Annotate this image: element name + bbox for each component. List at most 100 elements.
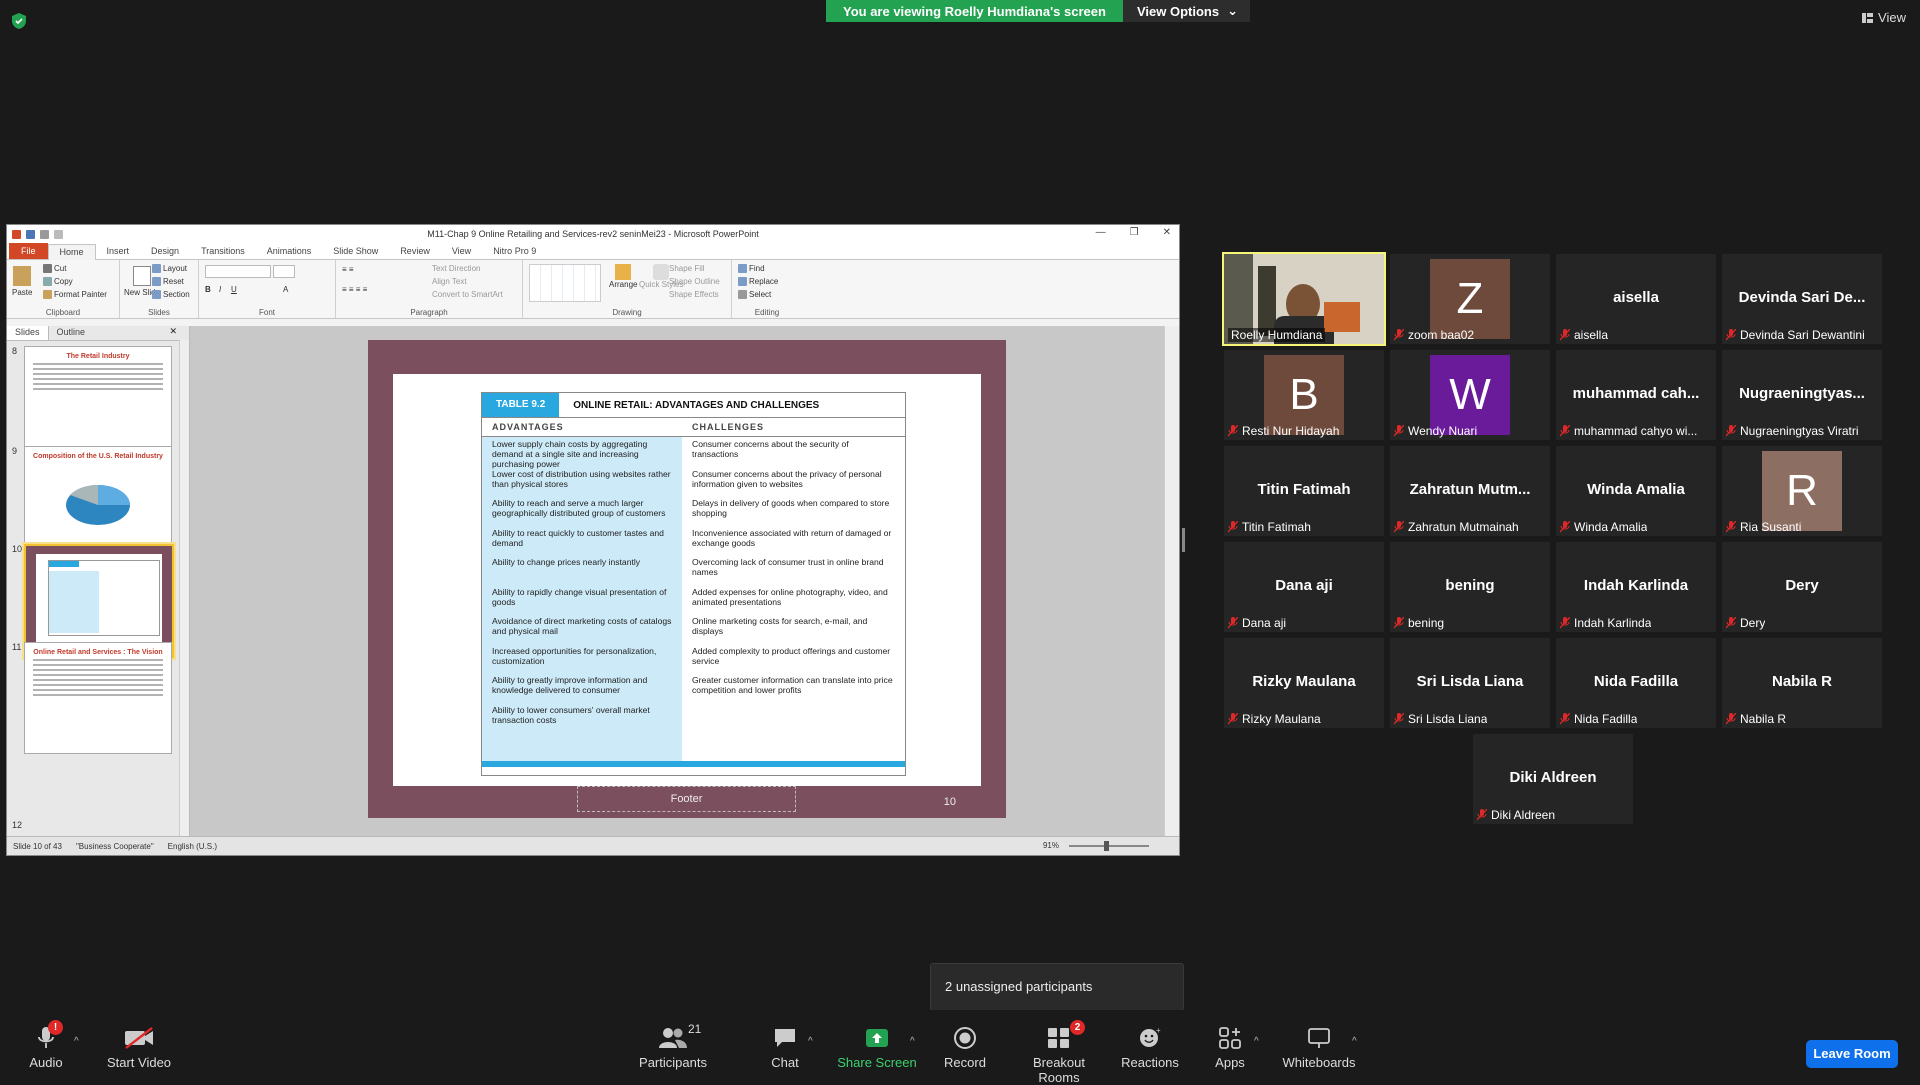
participant-tile[interactable]: aisella aisella [1556, 254, 1716, 344]
participant-tile[interactable]: Devinda Sari De... Devinda Sari Dewantini [1722, 254, 1882, 344]
clipboard-group: Paste Cut Copy Format Painter Clipboard [7, 260, 120, 318]
pane-tab-outline[interactable]: Outline [49, 326, 94, 340]
shape-effects-button[interactable]: Shape Effects [669, 290, 719, 299]
security-shield-icon[interactable] [10, 12, 28, 30]
paste-button[interactable]: Paste [12, 266, 32, 297]
view-button[interactable]: View [1862, 10, 1906, 25]
view-options-button[interactable]: View Options ⌄ [1122, 0, 1250, 22]
tab-file[interactable]: File [9, 243, 48, 259]
chat-options-caret[interactable]: ^ [808, 1036, 813, 1047]
participant-tile[interactable]: Nabila R Nabila R [1722, 638, 1882, 728]
slide-thumbnail-10-selected[interactable] [24, 544, 174, 658]
align-icons[interactable]: ≡ ≡ ≡ ≡ [342, 285, 367, 294]
current-slide[interactable]: TABLE 9.2 ONLINE RETAIL: ADVANTAGES AND … [368, 340, 1006, 818]
format-painter-button[interactable]: Format Painter [43, 290, 107, 300]
bullets-icon[interactable]: ≡ ≡ [342, 265, 354, 274]
text-direction-button[interactable]: Text Direction [432, 264, 480, 273]
reset-button[interactable]: Reset [152, 277, 184, 287]
participant-tile[interactable]: W Wendy Nuari [1390, 350, 1550, 440]
shapes-gallery[interactable] [529, 264, 601, 302]
participant-tile[interactable]: bening bening [1390, 542, 1550, 632]
whiteboards-options-caret[interactable]: ^ [1352, 1036, 1357, 1047]
convert-smartart-button[interactable]: Convert to SmartArt [432, 290, 503, 299]
share-screen-button[interactable]: Share Screen [834, 1024, 920, 1070]
participant-tile[interactable]: Dana aji Dana aji [1224, 542, 1384, 632]
close-pane-icon[interactable]: ✕ [169, 326, 189, 340]
replace-button[interactable]: Replace [738, 277, 778, 287]
slide-thumbnail-8[interactable]: The Retail Industry [24, 346, 172, 458]
participant-tile[interactable]: Rizky Maulana Rizky Maulana [1224, 638, 1384, 728]
cut-button[interactable]: Cut [43, 264, 67, 274]
restore-icon[interactable]: ❐ [1130, 227, 1139, 238]
tab-review[interactable]: Review [389, 246, 441, 259]
participant-tile[interactable]: Diki Aldreen Diki Aldreen [1473, 734, 1633, 824]
start-video-button[interactable]: Start Video [104, 1024, 174, 1070]
participant-tile[interactable]: Sri Lisda Liana Sri Lisda Liana [1390, 638, 1550, 728]
tab-slide-show[interactable]: Slide Show [322, 246, 389, 259]
whiteboards-button[interactable]: Whiteboards [1282, 1024, 1356, 1070]
language[interactable]: English (U.S.) [168, 842, 217, 851]
find-button[interactable]: Find [738, 264, 765, 274]
cut-label: Cut [54, 264, 67, 273]
breakout-rooms-button[interactable]: Breakout Rooms 2 [1012, 1020, 1106, 1085]
participant-tile[interactable]: Nida Fadilla Nida Fadilla [1556, 638, 1716, 728]
advantage-cell: Avoidance of direct marketing costs of c… [492, 616, 672, 636]
select-button[interactable]: Select [738, 290, 772, 300]
audio-options-caret[interactable]: ^ [74, 1036, 79, 1047]
zoom-level[interactable]: 91% [1043, 841, 1059, 850]
copy-button[interactable]: Copy [43, 277, 73, 287]
participants-label: Participants [639, 1055, 707, 1070]
font-size-dropdown[interactable] [273, 265, 295, 278]
font-color-button[interactable]: A [283, 285, 288, 294]
record-button[interactable]: Record [940, 1024, 990, 1070]
participants-button[interactable]: Participants 21 [636, 1022, 710, 1070]
select-label: Select [749, 290, 772, 299]
zoom-slider[interactable] [1069, 841, 1149, 851]
editor-scrollbar[interactable] [1164, 326, 1179, 836]
participant-tile[interactable]: Dery Dery [1722, 542, 1882, 632]
apps-options-caret[interactable]: ^ [1254, 1036, 1259, 1047]
participant-name-label: Nida Fadilla [1560, 712, 1637, 726]
slides-pane-scrollbar[interactable] [179, 340, 189, 836]
participant-tile[interactable]: R Ria Susanti [1722, 446, 1882, 536]
underline-button[interactable]: U [231, 285, 237, 294]
minimize-icon[interactable]: — [1096, 227, 1106, 238]
participant-tile[interactable]: Zahratun Mutm... Zahratun Mutmainah [1390, 446, 1550, 536]
participant-tile[interactable]: muhammad cah... muhammad cahyo wi... [1556, 350, 1716, 440]
close-icon[interactable]: ✕ [1163, 227, 1171, 238]
participant-tile[interactable]: Indah Karlinda Indah Karlinda [1556, 542, 1716, 632]
reactions-button[interactable]: + Reactions [1118, 1024, 1182, 1070]
clipboard-group-label: Clipboard [45, 308, 81, 317]
audio-button[interactable]: Audio ! [22, 1020, 70, 1070]
chat-button[interactable]: Chat [760, 1024, 810, 1070]
section-button[interactable]: Section [152, 290, 190, 300]
participant-tile[interactable]: Titin Fatimah Titin Fatimah [1224, 446, 1384, 536]
tab-transitions[interactable]: Transitions [190, 246, 256, 259]
align-text-button[interactable]: Align Text [432, 277, 467, 286]
slide-thumbnail-11[interactable]: Online Retail and Services : The Vision [24, 642, 172, 754]
pane-tab-slides[interactable]: Slides [7, 326, 49, 340]
shape-fill-button[interactable]: Shape Fill [669, 264, 705, 273]
panel-splitter-handle[interactable] [1182, 528, 1185, 552]
tab-view[interactable]: View [441, 246, 482, 259]
tab-home[interactable]: Home [47, 244, 96, 260]
bold-button[interactable]: B [205, 285, 211, 294]
participant-tile[interactable]: B Resti Nur Hidayah [1224, 350, 1384, 440]
font-name-dropdown[interactable] [205, 265, 271, 278]
arrange-button[interactable]: Arrange [609, 264, 637, 289]
share-options-caret[interactable]: ^ [910, 1036, 915, 1047]
apps-button[interactable]: Apps [1210, 1024, 1250, 1070]
italic-button[interactable]: I [219, 285, 221, 294]
participant-tile[interactable]: Nugraeningtyas... Nugraeningtyas Viratri [1722, 350, 1882, 440]
slide-thumbnail-9[interactable]: Composition of the U.S. Retail Industry [24, 446, 172, 558]
tab-insert[interactable]: Insert [96, 246, 141, 259]
tab-design[interactable]: Design [140, 246, 190, 259]
participant-tile[interactable]: Roelly Humdiana [1222, 252, 1386, 346]
shape-outline-button[interactable]: Shape Outline [669, 277, 720, 286]
participant-tile[interactable]: Winda Amalia Winda Amalia [1556, 446, 1716, 536]
participant-tile[interactable]: Zzoom baa02 [1390, 254, 1550, 344]
tab-animations[interactable]: Animations [256, 246, 323, 259]
leave-room-button[interactable]: Leave Room [1806, 1040, 1898, 1068]
tab-nitro-pro[interactable]: Nitro Pro 9 [482, 246, 547, 259]
layout-button[interactable]: Layout [152, 264, 187, 274]
